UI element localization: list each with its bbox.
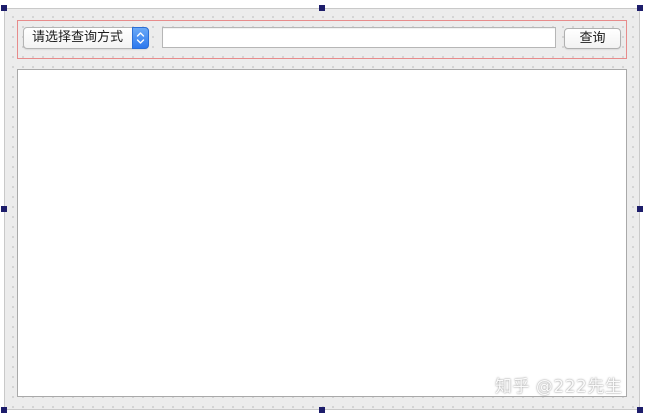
- resize-handle-top[interactable]: [319, 5, 325, 11]
- query-button[interactable]: 查询: [564, 28, 621, 49]
- results-area[interactable]: [17, 69, 627, 397]
- query-mode-select[interactable]: 请选择查询方式: [23, 27, 149, 49]
- resize-handle-top-left[interactable]: [1, 5, 7, 11]
- resize-handle-bottom-left[interactable]: [1, 407, 7, 413]
- resize-handle-top-right[interactable]: [637, 5, 643, 11]
- watermark: 知乎 @222先生: [495, 377, 623, 397]
- resize-handle-bottom-right[interactable]: [637, 407, 643, 413]
- resize-handle-left[interactable]: [1, 206, 7, 212]
- query-mode-select-label: 请选择查询方式: [32, 30, 124, 45]
- resize-handle-bottom[interactable]: [319, 407, 325, 413]
- search-input[interactable]: [162, 27, 556, 48]
- resize-handle-right[interactable]: [637, 206, 643, 212]
- chevron-up-down-icon[interactable]: [132, 27, 149, 49]
